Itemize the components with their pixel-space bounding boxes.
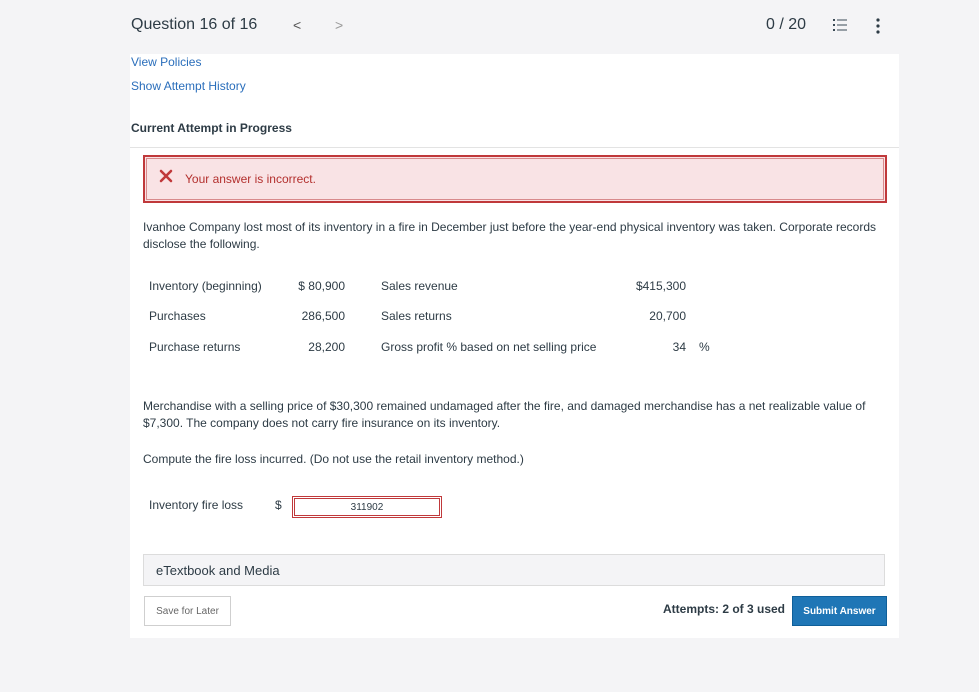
table-value: 20,700 [649,309,686,323]
etextbook-label: eTextbook and Media [156,563,280,578]
attempts-counter: Attempts: 2 of 3 used [663,602,786,616]
table-value: $ 80,900 [298,279,345,293]
table-label: Purchase returns [149,340,241,354]
table-value: 28,200 [308,340,345,354]
next-question-button[interactable]: > [335,17,343,33]
x-icon [159,169,173,183]
question-counter: Question 16 of 16 [131,16,258,33]
table-label: Sales revenue [381,279,458,293]
table-label: Purchases [149,309,206,323]
previous-question-button[interactable]: < [293,17,301,33]
incorrect-feedback-banner: Your answer is incorrect. [143,155,887,203]
table-value: 34 [672,340,686,354]
percent-unit: % [699,340,710,354]
inventory-fire-loss-input[interactable] [292,496,442,518]
table-label: Sales returns [381,309,452,323]
view-policies-link[interactable]: View Policies [131,55,201,69]
divider [130,147,899,148]
question-panel: View Policies Show Attempt History Curre… [130,54,899,638]
table-label: Gross profit % based on net selling pric… [381,340,597,354]
more-vertical-icon[interactable] [874,16,882,36]
attempt-status-heading: Current Attempt in Progress [131,121,292,135]
etextbook-media-toggle[interactable]: eTextbook and Media [143,554,885,586]
table-value: $415,300 [635,279,686,293]
currency-symbol: $ [275,498,282,512]
submit-answer-button[interactable]: Submit Answer [792,596,887,626]
question-instruction: Compute the fire loss incurred. (Do not … [143,452,524,466]
save-for-later-button[interactable]: Save for Later [144,596,231,626]
show-attempt-history-link[interactable]: Show Attempt History [131,79,246,93]
list-icon[interactable] [832,17,848,33]
table-value: 286,500 [301,309,345,323]
question-details: Merchandise with a selling price of $30,… [143,399,866,430]
answer-label: Inventory fire loss [149,498,244,512]
question-score: 0 / 20 [766,16,807,33]
question-intro: Ivanhoe Company lost most of its invento… [143,220,877,251]
table-label: Inventory (beginning) [149,279,262,293]
feedback-message: Your answer is incorrect. [185,172,316,186]
question-header: Question 16 of 16 < > 0 / 20 [130,0,899,54]
